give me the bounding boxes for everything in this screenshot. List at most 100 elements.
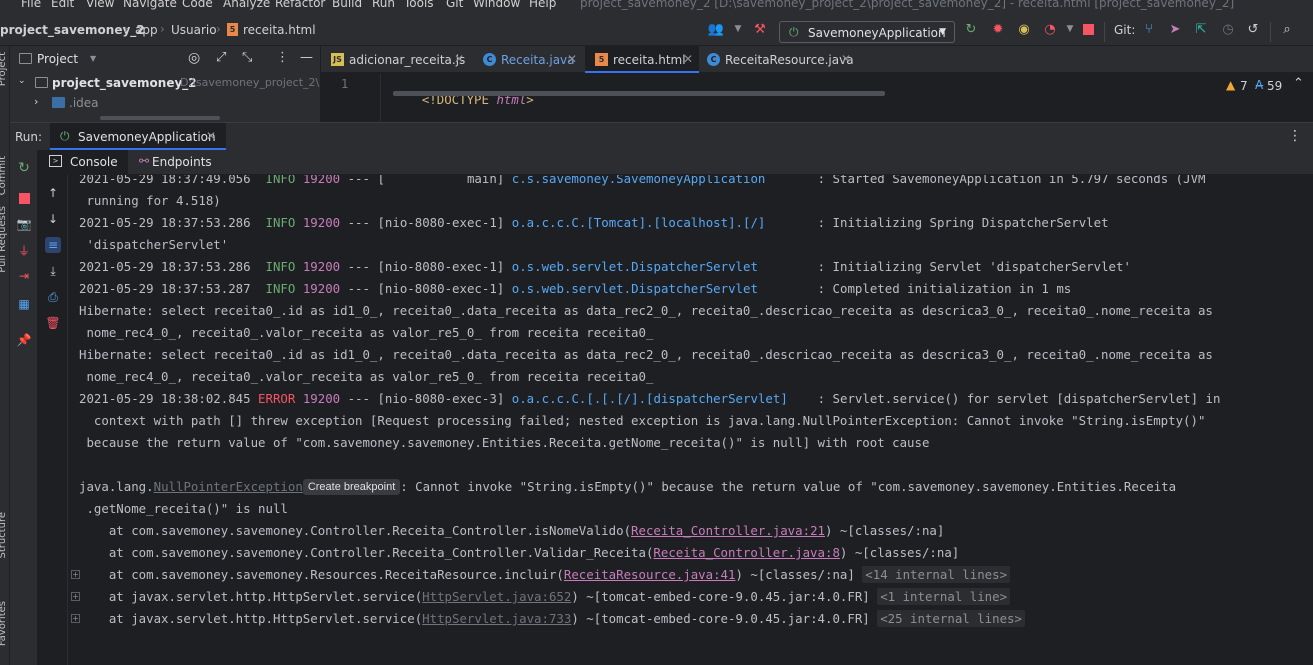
tree-item-root[interactable]: ⌄ project_savemoney_2 D:\savemoney_proje… bbox=[10, 74, 320, 94]
hibernate-line: Hibernate: select receita0_.id as id1_0_… bbox=[79, 303, 1213, 318]
menu-navigate[interactable]: Navigate bbox=[123, 0, 177, 10]
collapse-all-icon[interactable]: ⤡ bbox=[242, 50, 252, 65]
editor-horizontal-scrollbar[interactable] bbox=[393, 91, 885, 96]
menu-refactor[interactable]: Refactor bbox=[275, 0, 325, 10]
create-breakpoint-button[interactable]: Create breakpoint bbox=[302, 479, 401, 495]
history-icon[interactable]: ◷ bbox=[1220, 21, 1236, 37]
stripe-pull-requests-tab[interactable]: Pull Requests bbox=[0, 206, 8, 273]
pin-icon[interactable]: 📌 bbox=[16, 332, 32, 348]
error-line: 2021-05-29 18:38:02.845 ERROR 19200 --- … bbox=[79, 391, 1221, 406]
scroll-to-end-icon[interactable]: ⤓ bbox=[45, 263, 61, 279]
tab-endpoints[interactable]: ⚯ Endpoints bbox=[130, 150, 220, 175]
warning-count[interactable]: 7 bbox=[1240, 79, 1248, 93]
breadcrumb-file[interactable]: receita.html bbox=[243, 23, 316, 37]
close-icon[interactable]: ✕ bbox=[454, 52, 464, 66]
breadcrumb-usuario[interactable]: Usuario bbox=[171, 23, 217, 37]
folder-icon bbox=[52, 97, 65, 108]
stripe-commit-tab[interactable]: Commit bbox=[0, 156, 8, 195]
stripe-structure-tab[interactable]: Structure bbox=[0, 512, 8, 559]
console-output[interactable]: 2021-05-29 18:37:49.056 INFO 19200 --- [… bbox=[69, 175, 1313, 665]
internal-lines-fold[interactable]: <1 internal line> bbox=[877, 588, 1011, 605]
exception-class-link[interactable]: NullPointerException bbox=[154, 479, 303, 494]
source-link[interactable]: HttpServlet.java:652 bbox=[422, 589, 571, 604]
tab-receita-html[interactable]: 5 receita.html ✕ bbox=[585, 46, 699, 73]
menu-edit[interactable]: Edit bbox=[51, 0, 74, 10]
git-label: Git: bbox=[1114, 23, 1136, 37]
breadcrumb-app[interactable]: app bbox=[135, 23, 158, 37]
close-icon[interactable]: ✕ bbox=[206, 129, 216, 143]
profile-icon[interactable]: ◔ bbox=[1042, 21, 1058, 37]
stop-icon[interactable] bbox=[16, 190, 32, 206]
hammer-icon[interactable]: ⚒ bbox=[752, 21, 768, 37]
source-link[interactable]: Receita_Controller.java:8 bbox=[653, 545, 840, 560]
menu-window[interactable]: Window bbox=[473, 0, 520, 10]
menu-build[interactable]: Build bbox=[332, 0, 362, 10]
chevron-up-icon[interactable]: ⌃ bbox=[1293, 76, 1304, 91]
menu-code[interactable]: Code bbox=[182, 0, 213, 10]
typo-count[interactable]: 59 bbox=[1267, 79, 1282, 93]
source-link[interactable]: ReceitaResource.java:41 bbox=[564, 567, 736, 582]
menu-file[interactable]: File bbox=[21, 0, 41, 10]
tab-label: Receita.java bbox=[501, 53, 575, 67]
plug-icon[interactable]: ⏚ bbox=[16, 242, 32, 258]
locate-icon[interactable]: ◎ bbox=[188, 50, 200, 66]
menu-tools[interactable]: Tools bbox=[404, 0, 434, 10]
stop-icon[interactable] bbox=[1080, 21, 1096, 37]
print-icon[interactable]: ⎙ bbox=[45, 289, 61, 305]
menu-analyze[interactable]: Analyze bbox=[223, 0, 270, 10]
run-tab-savemoney[interactable]: ⏻ SavemoneyApplication ✕ bbox=[50, 123, 226, 150]
rerun-icon[interactable]: ↻ bbox=[16, 160, 32, 176]
arrow-up-icon[interactable]: ↑ bbox=[45, 185, 61, 201]
chevron-down-icon[interactable]: ▼ bbox=[90, 54, 96, 63]
debug-icon[interactable]: ✹ bbox=[990, 21, 1006, 37]
exit-icon[interactable]: ⇥ bbox=[16, 268, 32, 284]
dropdown-arrow-icon[interactable]: ▼ bbox=[730, 21, 746, 37]
rollback-icon[interactable]: ↺ bbox=[1245, 21, 1261, 37]
menu-git[interactable]: Git bbox=[446, 0, 463, 10]
tab-console[interactable]: > Console bbox=[40, 150, 128, 175]
arrow-down-icon[interactable]: ↓ bbox=[45, 211, 61, 227]
layout-icon[interactable]: ▦ bbox=[16, 296, 32, 312]
window-title: project_savemoney_2 [D:\savemoney_projec… bbox=[580, 0, 1235, 10]
tab-label: Endpoints bbox=[152, 155, 212, 169]
code-line[interactable]: <!DOCTYPE html> bbox=[392, 77, 534, 122]
git-push-icon[interactable]: ⇱ bbox=[1193, 21, 1209, 37]
breadcrumb-project[interactable]: project_savemoney_2 bbox=[0, 23, 145, 37]
source-link[interactable]: Receita_Controller.java:21 bbox=[631, 523, 825, 538]
git-update-icon[interactable]: ⑂ bbox=[1141, 21, 1157, 37]
internal-lines-fold[interactable]: <25 internal lines> bbox=[877, 610, 1025, 627]
source-link[interactable]: HttpServlet.java:733 bbox=[422, 611, 571, 626]
run-configuration-select[interactable]: ⏻ SavemoneyApplication ▼ bbox=[779, 21, 955, 43]
expand-all-icon[interactable]: ⤢ bbox=[216, 50, 226, 65]
stripe-favorites-tab[interactable]: Favorites bbox=[0, 601, 8, 646]
tab-receita-java[interactable]: C Receita.java ✕ bbox=[473, 46, 583, 73]
close-icon[interactable]: ✕ bbox=[841, 52, 851, 66]
close-icon[interactable]: ✕ bbox=[567, 52, 577, 66]
menu-view[interactable]: View bbox=[86, 0, 114, 10]
soft-wrap-icon[interactable]: ≡ bbox=[45, 237, 61, 253]
options-icon[interactable]: ⋮ bbox=[1288, 128, 1302, 144]
horizontal-scrollbar[interactable] bbox=[100, 116, 220, 120]
rerun-icon[interactable]: ↻ bbox=[963, 21, 979, 37]
coverage-icon[interactable]: ◉ bbox=[1016, 21, 1032, 37]
hide-panel-icon[interactable]: — bbox=[300, 50, 313, 65]
stripe-project-tab[interactable]: Project bbox=[0, 52, 8, 86]
tab-adicionar-receita[interactable]: JS adicionar_receita.js ✕ bbox=[321, 46, 469, 73]
close-icon[interactable]: ✕ bbox=[683, 52, 693, 66]
typo-icon[interactable]: A̶ bbox=[1255, 78, 1263, 92]
options-icon[interactable]: ⋮ bbox=[276, 50, 289, 65]
search-icon[interactable]: ⌕ bbox=[1279, 21, 1295, 37]
menu-help[interactable]: Help bbox=[529, 0, 556, 10]
trash-icon[interactable]: 🗑 bbox=[45, 315, 61, 331]
more-run-dropdown-icon[interactable]: ▼ bbox=[1062, 21, 1078, 37]
camera-icon[interactable]: 📷 bbox=[16, 216, 32, 232]
project-view-select[interactable]: Project bbox=[37, 52, 78, 66]
add-user-icon[interactable]: 👥 bbox=[708, 21, 724, 37]
warning-icon[interactable]: ▲ bbox=[1226, 78, 1235, 92]
error-line-continuation: because the return value of "com.savemon… bbox=[79, 435, 930, 450]
tree-item-idea[interactable]: › .idea bbox=[10, 94, 320, 114]
internal-lines-fold[interactable]: <14 internal lines> bbox=[862, 566, 1011, 583]
git-commit-icon[interactable]: ➤ bbox=[1167, 21, 1183, 37]
tab-receitaresource-java[interactable]: C ReceitaResource.java ✕ bbox=[697, 46, 857, 73]
menu-run[interactable]: Run bbox=[372, 0, 395, 10]
